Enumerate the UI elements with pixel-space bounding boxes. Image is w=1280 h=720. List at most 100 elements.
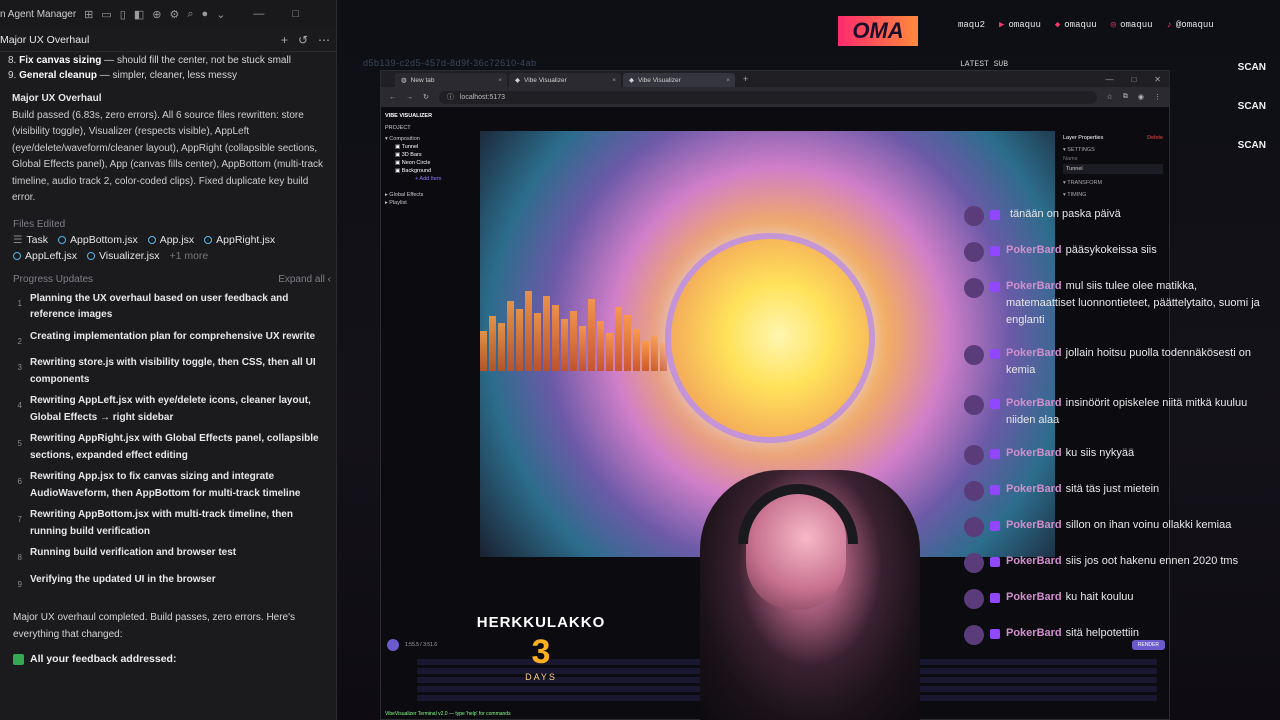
chat-text: PokerBard pääsykokeissa siis xyxy=(1006,242,1157,259)
extensions-icon[interactable]: ⧉ xyxy=(1123,93,1128,101)
layer-item[interactable]: ▣ Background xyxy=(385,167,475,175)
chat-text: tänään on paska päivä xyxy=(1006,206,1121,223)
chat-text: PokerBard sitä helpotettiin xyxy=(1006,625,1139,642)
name-input[interactable]: Tunnel xyxy=(1063,164,1163,174)
back-icon[interactable]: ← xyxy=(389,94,396,101)
tab-vibe-visualizer[interactable]: ◆ Vibe Visualizer × xyxy=(509,73,621,87)
minimize-icon[interactable]: — xyxy=(253,8,264,20)
tab-new-tab[interactable]: ◍ New tab × xyxy=(395,73,507,87)
progress-label: Progress Updates xyxy=(13,273,94,285)
handle: maqu2 xyxy=(958,20,986,30)
file-chip[interactable]: AppRight.jsx xyxy=(204,234,275,246)
grid-icon[interactable]: ⊞ xyxy=(84,8,93,21)
instagram-icon: ◎ xyxy=(1110,20,1117,30)
new-tab-button[interactable]: + xyxy=(737,74,754,84)
subscriber-badge-icon xyxy=(990,399,1000,409)
globe-icon[interactable]: ⊕ xyxy=(152,8,161,21)
maximize-icon[interactable]: □ xyxy=(292,8,299,20)
app-icon: ◆ xyxy=(515,77,520,84)
timing-section[interactable]: ▾ TIMING xyxy=(1063,192,1163,198)
minimize-icon[interactable]: — xyxy=(1105,75,1113,84)
progress-step[interactable]: 7 Rewriting AppBottom.jsx with multi-trac… xyxy=(0,507,332,540)
panel-icon[interactable]: ▭ xyxy=(101,8,111,21)
terminal-line[interactable]: VibeVisualizer Terminal v2.0 — type 'hel… xyxy=(385,711,511,717)
avatar xyxy=(964,445,984,465)
bar-mark xyxy=(525,291,532,371)
progress-step[interactable]: 1 Planning the UX overhaul based on user … xyxy=(0,291,332,324)
close-icon[interactable]: × xyxy=(612,77,616,84)
layer-item[interactable]: ▣ Tunnel xyxy=(385,143,475,151)
chat-username: PokerBard xyxy=(1006,347,1062,359)
add-icon[interactable]: + xyxy=(281,33,288,47)
delete-layer-button[interactable]: Delete xyxy=(1147,135,1163,141)
layer-item[interactable]: ▣ Neon Circle xyxy=(385,159,475,167)
close-icon[interactable]: × xyxy=(498,77,502,84)
play-button[interactable] xyxy=(387,639,399,651)
chat-username: PokerBard xyxy=(1006,280,1062,292)
add-item-button[interactable]: + Add Item xyxy=(385,175,475,183)
split-icon[interactable]: ◧ xyxy=(134,8,144,21)
layer-item[interactable]: ▣ 3D Bars xyxy=(385,151,475,159)
handle: ◆ omaquu xyxy=(1054,20,1097,30)
chat-text: PokerBard jollain hoitsu puolla todennäkö… xyxy=(1006,345,1264,379)
progress-step[interactable]: 6 Rewriting App.jsx to fix canvas sizing … xyxy=(0,469,332,502)
more-icon[interactable]: ⋯ xyxy=(318,33,330,47)
avatar xyxy=(964,553,984,573)
global-effects-item[interactable]: ▸ Global Effects xyxy=(385,191,475,199)
conversation-title: Major UX Overhaul xyxy=(0,33,90,46)
file-chip[interactable]: App.jsx xyxy=(147,234,194,246)
expand-all-button[interactable]: Expand all ‹ xyxy=(278,274,331,285)
twitch-icon: ◆ xyxy=(1054,20,1061,30)
forward-icon[interactable]: → xyxy=(406,94,413,101)
react-icon xyxy=(147,235,156,244)
bar-mark xyxy=(507,301,514,371)
file-chip[interactable]: Visualizer.jsx xyxy=(86,250,159,262)
react-icon xyxy=(13,251,21,260)
progress-step[interactable]: 3 Rewriting store.js with visibility togg… xyxy=(0,355,332,388)
composition-item[interactable]: ▾ Composition xyxy=(385,135,475,143)
avatar-icon[interactable]: ● xyxy=(202,8,209,20)
gear-icon[interactable]: ⚙ xyxy=(169,8,179,21)
close-icon[interactable]: ✕ xyxy=(1154,75,1161,84)
bars-layer xyxy=(480,281,667,371)
file-chip[interactable]: AppLeft.jsx xyxy=(13,250,77,262)
scan-label: SCAN xyxy=(1237,140,1266,151)
plan-item: 8. Fix canvas sizing — should fill the c… xyxy=(8,55,291,66)
history-icon[interactable]: ↺ xyxy=(298,33,308,47)
bar-mark xyxy=(516,309,523,371)
bar-mark xyxy=(489,316,496,371)
scan-label: SCAN xyxy=(1237,62,1266,73)
progress-step[interactable]: 8 Running build verification and browser … xyxy=(0,545,332,567)
menu-icon[interactable]: ⋮ xyxy=(1154,93,1161,101)
avatar xyxy=(964,278,984,298)
chat-body: sillon on ihan voinu ollakki kemiaa xyxy=(1065,519,1232,531)
chat-text: PokerBard sitä täs just mietein xyxy=(1006,481,1159,498)
subscriber-badge-icon xyxy=(990,593,1000,603)
file-chip[interactable]: AppBottom.jsx xyxy=(58,234,138,246)
bookmark-icon[interactable]: ☆ xyxy=(1107,93,1113,101)
settings-section[interactable]: ▾ SETTINGS xyxy=(1063,147,1163,153)
close-icon[interactable]: × xyxy=(726,77,730,84)
chat-message: PokerBard siis jos oot hakenu ennen 2020 … xyxy=(964,553,1264,573)
files-more-link[interactable]: +1 more xyxy=(169,250,208,262)
maximize-icon[interactable]: □ xyxy=(1131,75,1136,84)
bar-mark xyxy=(534,313,541,371)
file-chip[interactable]: ☰ Task xyxy=(13,234,48,246)
progress-step[interactable]: 4 Rewriting AppLeft.jsx with eye/delete i… xyxy=(0,393,332,426)
progress-step[interactable]: 9 Verifying the updated UI in the browser xyxy=(0,572,332,594)
sidebar-icon[interactable]: ▯ xyxy=(120,8,126,21)
conversation-header: Major UX Overhaul + ↺ ⋯ xyxy=(0,28,336,52)
progress-step[interactable]: 2 Creating implementation plan for compre… xyxy=(0,329,332,351)
transform-section[interactable]: ▾ TRANSFORM xyxy=(1063,180,1163,186)
chat-username: PokerBard xyxy=(1006,591,1062,603)
address-bar[interactable]: ⓘ localhost:5173 xyxy=(438,90,1097,104)
reload-icon[interactable]: ↻ xyxy=(423,93,429,101)
tab-vibe-visualizer-active[interactable]: ◆ Vibe Visualizer × xyxy=(623,73,735,87)
playlist-item[interactable]: ▸ Playlist xyxy=(385,199,475,207)
chevron-down-icon[interactable]: ⌄ xyxy=(216,8,225,21)
profile-icon[interactable]: ◉ xyxy=(1138,93,1144,101)
files-list: ☰ Task AppBottom.jsx App.jsx AppRight.jsx… xyxy=(0,230,336,262)
project-label: PROJECT xyxy=(385,125,411,131)
progress-step[interactable]: 5 Rewriting AppRight.jsx with Global Effe… xyxy=(0,431,332,464)
search-icon[interactable]: ⌕ xyxy=(187,8,193,21)
